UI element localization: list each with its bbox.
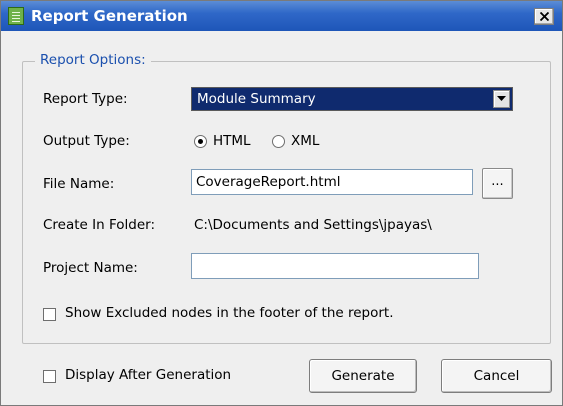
title-bar[interactable]: Report Generation bbox=[1, 1, 562, 31]
report-type-select[interactable]: Module Summary bbox=[191, 87, 513, 111]
create-in-folder-label: Create In Folder: bbox=[43, 217, 156, 233]
display-after-label[interactable]: Display After Generation bbox=[65, 367, 231, 383]
radio-selected-dot bbox=[198, 139, 203, 144]
report-generation-dialog: Report Generation Report Options: Report… bbox=[0, 0, 563, 406]
project-name-label: Project Name: bbox=[43, 260, 138, 276]
report-type-label: Report Type: bbox=[43, 91, 128, 107]
report-type-value: Module Summary bbox=[197, 91, 316, 107]
file-name-input[interactable] bbox=[192, 170, 472, 194]
dropdown-button[interactable] bbox=[493, 90, 510, 108]
file-name-field[interactable] bbox=[191, 169, 473, 195]
output-type-label: Output Type: bbox=[43, 133, 130, 149]
report-options-legend: Report Options: bbox=[35, 52, 151, 68]
browse-button[interactable]: ... bbox=[482, 168, 513, 199]
project-name-input[interactable] bbox=[192, 254, 478, 278]
file-name-label: File Name: bbox=[43, 176, 115, 192]
show-excluded-label[interactable]: Show Excluded nodes in the footer of the… bbox=[65, 305, 394, 321]
xml-radio-label[interactable]: XML bbox=[291, 133, 319, 149]
project-name-field[interactable] bbox=[191, 253, 479, 279]
show-excluded-checkbox[interactable] bbox=[43, 308, 56, 321]
html-radio[interactable] bbox=[194, 135, 207, 148]
folder-path: C:\Documents and Settings\jpayas\ bbox=[194, 217, 432, 233]
generate-button[interactable]: Generate bbox=[309, 359, 417, 393]
window-title: Report Generation bbox=[31, 7, 188, 25]
close-button[interactable] bbox=[534, 8, 554, 25]
xml-radio[interactable] bbox=[272, 135, 285, 148]
html-radio-label[interactable]: HTML bbox=[213, 133, 251, 149]
chevron-down-icon bbox=[497, 96, 506, 101]
close-icon bbox=[540, 12, 549, 21]
cancel-button[interactable]: Cancel bbox=[441, 359, 552, 393]
display-after-checkbox[interactable] bbox=[43, 370, 56, 383]
report-icon bbox=[8, 7, 24, 25]
